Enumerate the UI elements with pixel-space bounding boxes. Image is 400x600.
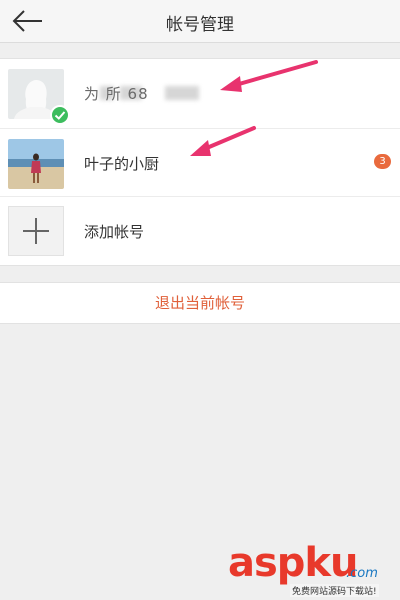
unread-count-badge: 3 (374, 154, 391, 169)
active-check-badge (50, 105, 70, 125)
watermark-brand: aspku (228, 540, 359, 586)
account-list: 为 所 68 叶子的小厨 3 添加帐号 (0, 58, 400, 266)
watermark-subtitle: 免费网站源码下载站! (290, 584, 379, 597)
account-name: 为 所 68 (84, 85, 149, 103)
check-icon (54, 111, 66, 120)
logout-button[interactable]: 退出当前帐号 (0, 282, 400, 324)
avatar (8, 69, 70, 125)
plus-icon (23, 218, 49, 244)
account-name: 叶子的小厨 (84, 155, 160, 173)
account-row-current[interactable]: 为 所 68 (0, 59, 400, 129)
blurred-name-segment (165, 86, 199, 100)
top-bar: 帐号管理 (0, 0, 400, 43)
watermark-domain: .com (346, 566, 378, 581)
account-row[interactable]: 叶子的小厨 3 (0, 129, 400, 197)
page-title: 帐号管理 (166, 15, 234, 35)
add-account-label: 添加帐号 (84, 223, 145, 241)
avatar (8, 139, 64, 189)
add-account-button[interactable] (8, 206, 64, 256)
add-account-row[interactable]: 添加帐号 (0, 197, 400, 265)
watermark-logo: aspku .com 免费网站源码下载站! (228, 540, 400, 600)
profile-photo (8, 139, 64, 189)
